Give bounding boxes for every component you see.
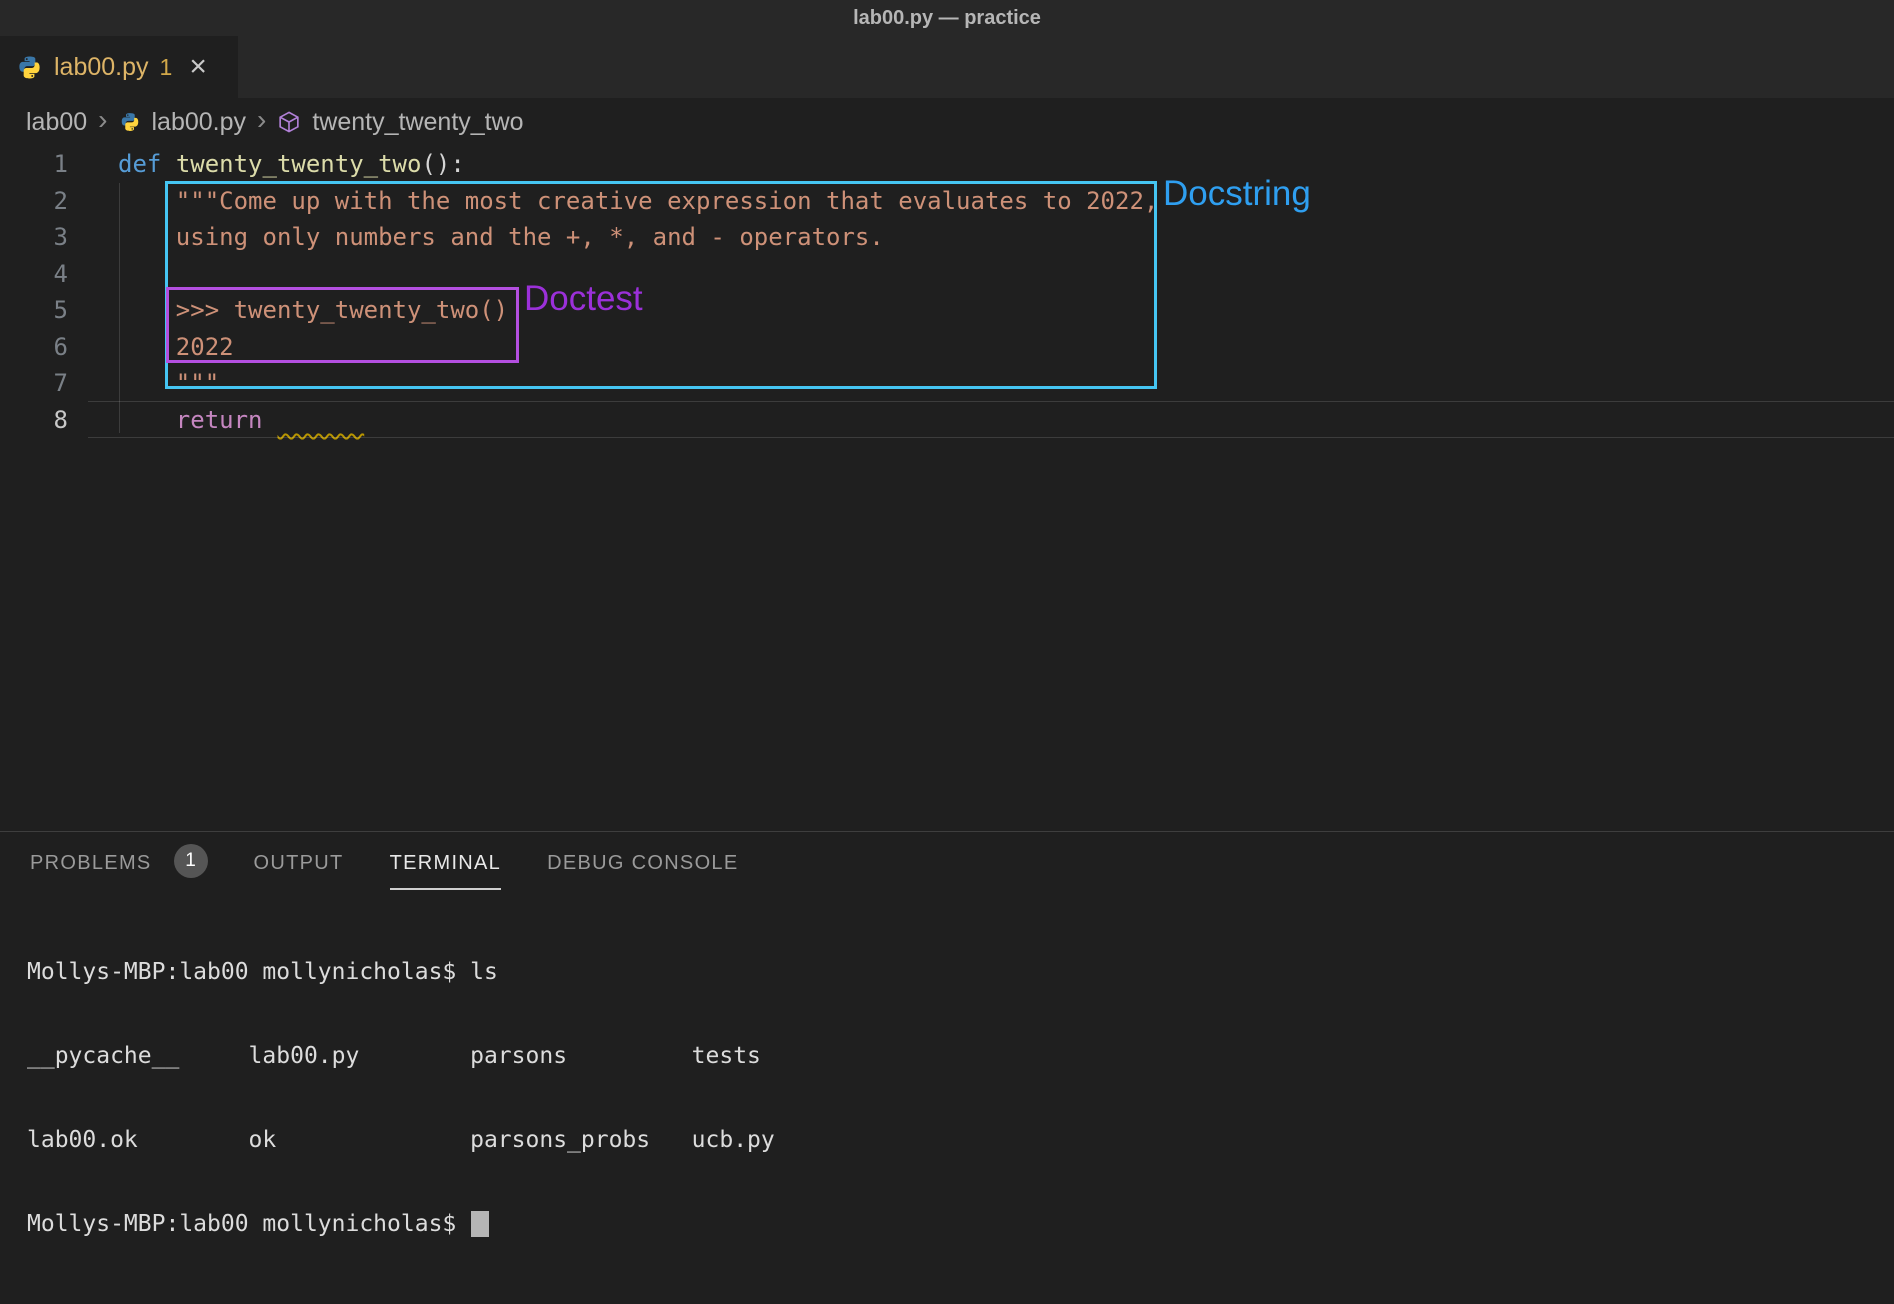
panel-tab-terminal[interactable]: TERMINAL: [390, 846, 502, 890]
terminal-cursor: [471, 1211, 489, 1237]
code-row-2: 2 """Come up with the most creative expr…: [0, 183, 1894, 220]
docstring-close-line: """: [118, 369, 219, 397]
doctest-result-line: 2022: [118, 333, 234, 361]
warning-squiggle: [278, 406, 365, 434]
docstring-line-2: using only numbers and the +, *, and - o…: [118, 223, 884, 251]
line-number: 8: [0, 406, 68, 434]
terminal-prompt: Mollys-MBP:lab00 mollynicholas$: [27, 1211, 470, 1237]
terminal-line: Mollys-MBP:lab00 mollynicholas$ ls: [27, 958, 1894, 986]
window-title: lab00.py — practice: [853, 7, 1041, 30]
tab-problems-count: 1: [160, 54, 173, 81]
panel-tab-output[interactable]: OUTPUT: [254, 846, 344, 888]
tab-label: lab00.py: [54, 53, 149, 82]
line-number: 1: [0, 150, 68, 178]
terminal-output[interactable]: Mollys-MBP:lab00 mollynicholas$ ls __pyc…: [27, 902, 1894, 1266]
line-number: 6: [0, 333, 68, 361]
panel-tab-bar: PROBLEMS 1 OUTPUT TERMINAL DEBUG CONSOLE: [30, 846, 785, 890]
parens: ():: [421, 150, 464, 178]
breadcrumb: lab00 › lab00.py › twenty_twenty_two: [0, 98, 1894, 146]
chevron-right-icon: ›: [98, 104, 107, 136]
line-number: 5: [0, 296, 68, 324]
line-number: 4: [0, 260, 68, 288]
doctest-call-line: >>> twenty_twenty_two(): [118, 296, 508, 324]
code-row-3: 3 using only numbers and the +, *, and -…: [0, 219, 1894, 256]
keyword-def: def: [118, 150, 161, 178]
function-name: twenty_twenty_two: [176, 150, 422, 178]
line-number: 3: [0, 223, 68, 251]
close-icon[interactable]: ×: [189, 52, 207, 82]
docstring-line-1: """Come up with the most creative expres…: [118, 187, 1158, 215]
terminal-line: lab00.ok ok parsons_probs ucb.py: [27, 1126, 1894, 1154]
python-icon: [119, 111, 141, 133]
code-row-7: 7 """: [0, 365, 1894, 402]
breadcrumb-item-folder[interactable]: lab00: [26, 108, 87, 137]
editor-tab-lab00[interactable]: lab00.py 1 ×: [0, 36, 238, 98]
line-number: 7: [0, 369, 68, 397]
title-bar: lab00.py — practice: [0, 0, 1894, 36]
indent-guide: [119, 183, 120, 433]
chevron-right-icon: ›: [257, 104, 266, 136]
code-row-6: 6 2022: [0, 329, 1894, 366]
panel-tab-problems[interactable]: PROBLEMS: [30, 846, 152, 888]
terminal-line: Mollys-MBP:lab00 mollynicholas$: [27, 1210, 1894, 1238]
terminal-line: __pycache__ lab00.py parsons tests: [27, 1042, 1894, 1070]
breadcrumb-item-symbol[interactable]: twenty_twenty_two: [312, 108, 523, 137]
problems-count-badge: 1: [174, 844, 208, 878]
keyword-return: return: [118, 406, 263, 434]
space: [161, 150, 175, 178]
tab-bar: lab00.py 1 ×: [0, 36, 1894, 98]
code-row-4: 4: [0, 256, 1894, 293]
code-row-1: 1 def twenty_twenty_two():: [0, 146, 1894, 183]
python-icon: [16, 54, 43, 81]
panel-divider: [0, 831, 1894, 832]
code-editor[interactable]: 1 def twenty_twenty_two(): 2 """Come up …: [0, 146, 1894, 438]
code-row-8: 8 return: [0, 402, 1894, 439]
panel-tab-debug-console[interactable]: DEBUG CONSOLE: [547, 846, 738, 888]
breadcrumb-item-file[interactable]: lab00.py: [152, 108, 247, 137]
line-number: 2: [0, 187, 68, 215]
code-line-8: return: [118, 406, 364, 434]
symbol-cube-icon: [277, 110, 301, 134]
code-line-1: def twenty_twenty_two():: [118, 150, 465, 178]
code-row-5: 5 >>> twenty_twenty_two(): [0, 292, 1894, 329]
